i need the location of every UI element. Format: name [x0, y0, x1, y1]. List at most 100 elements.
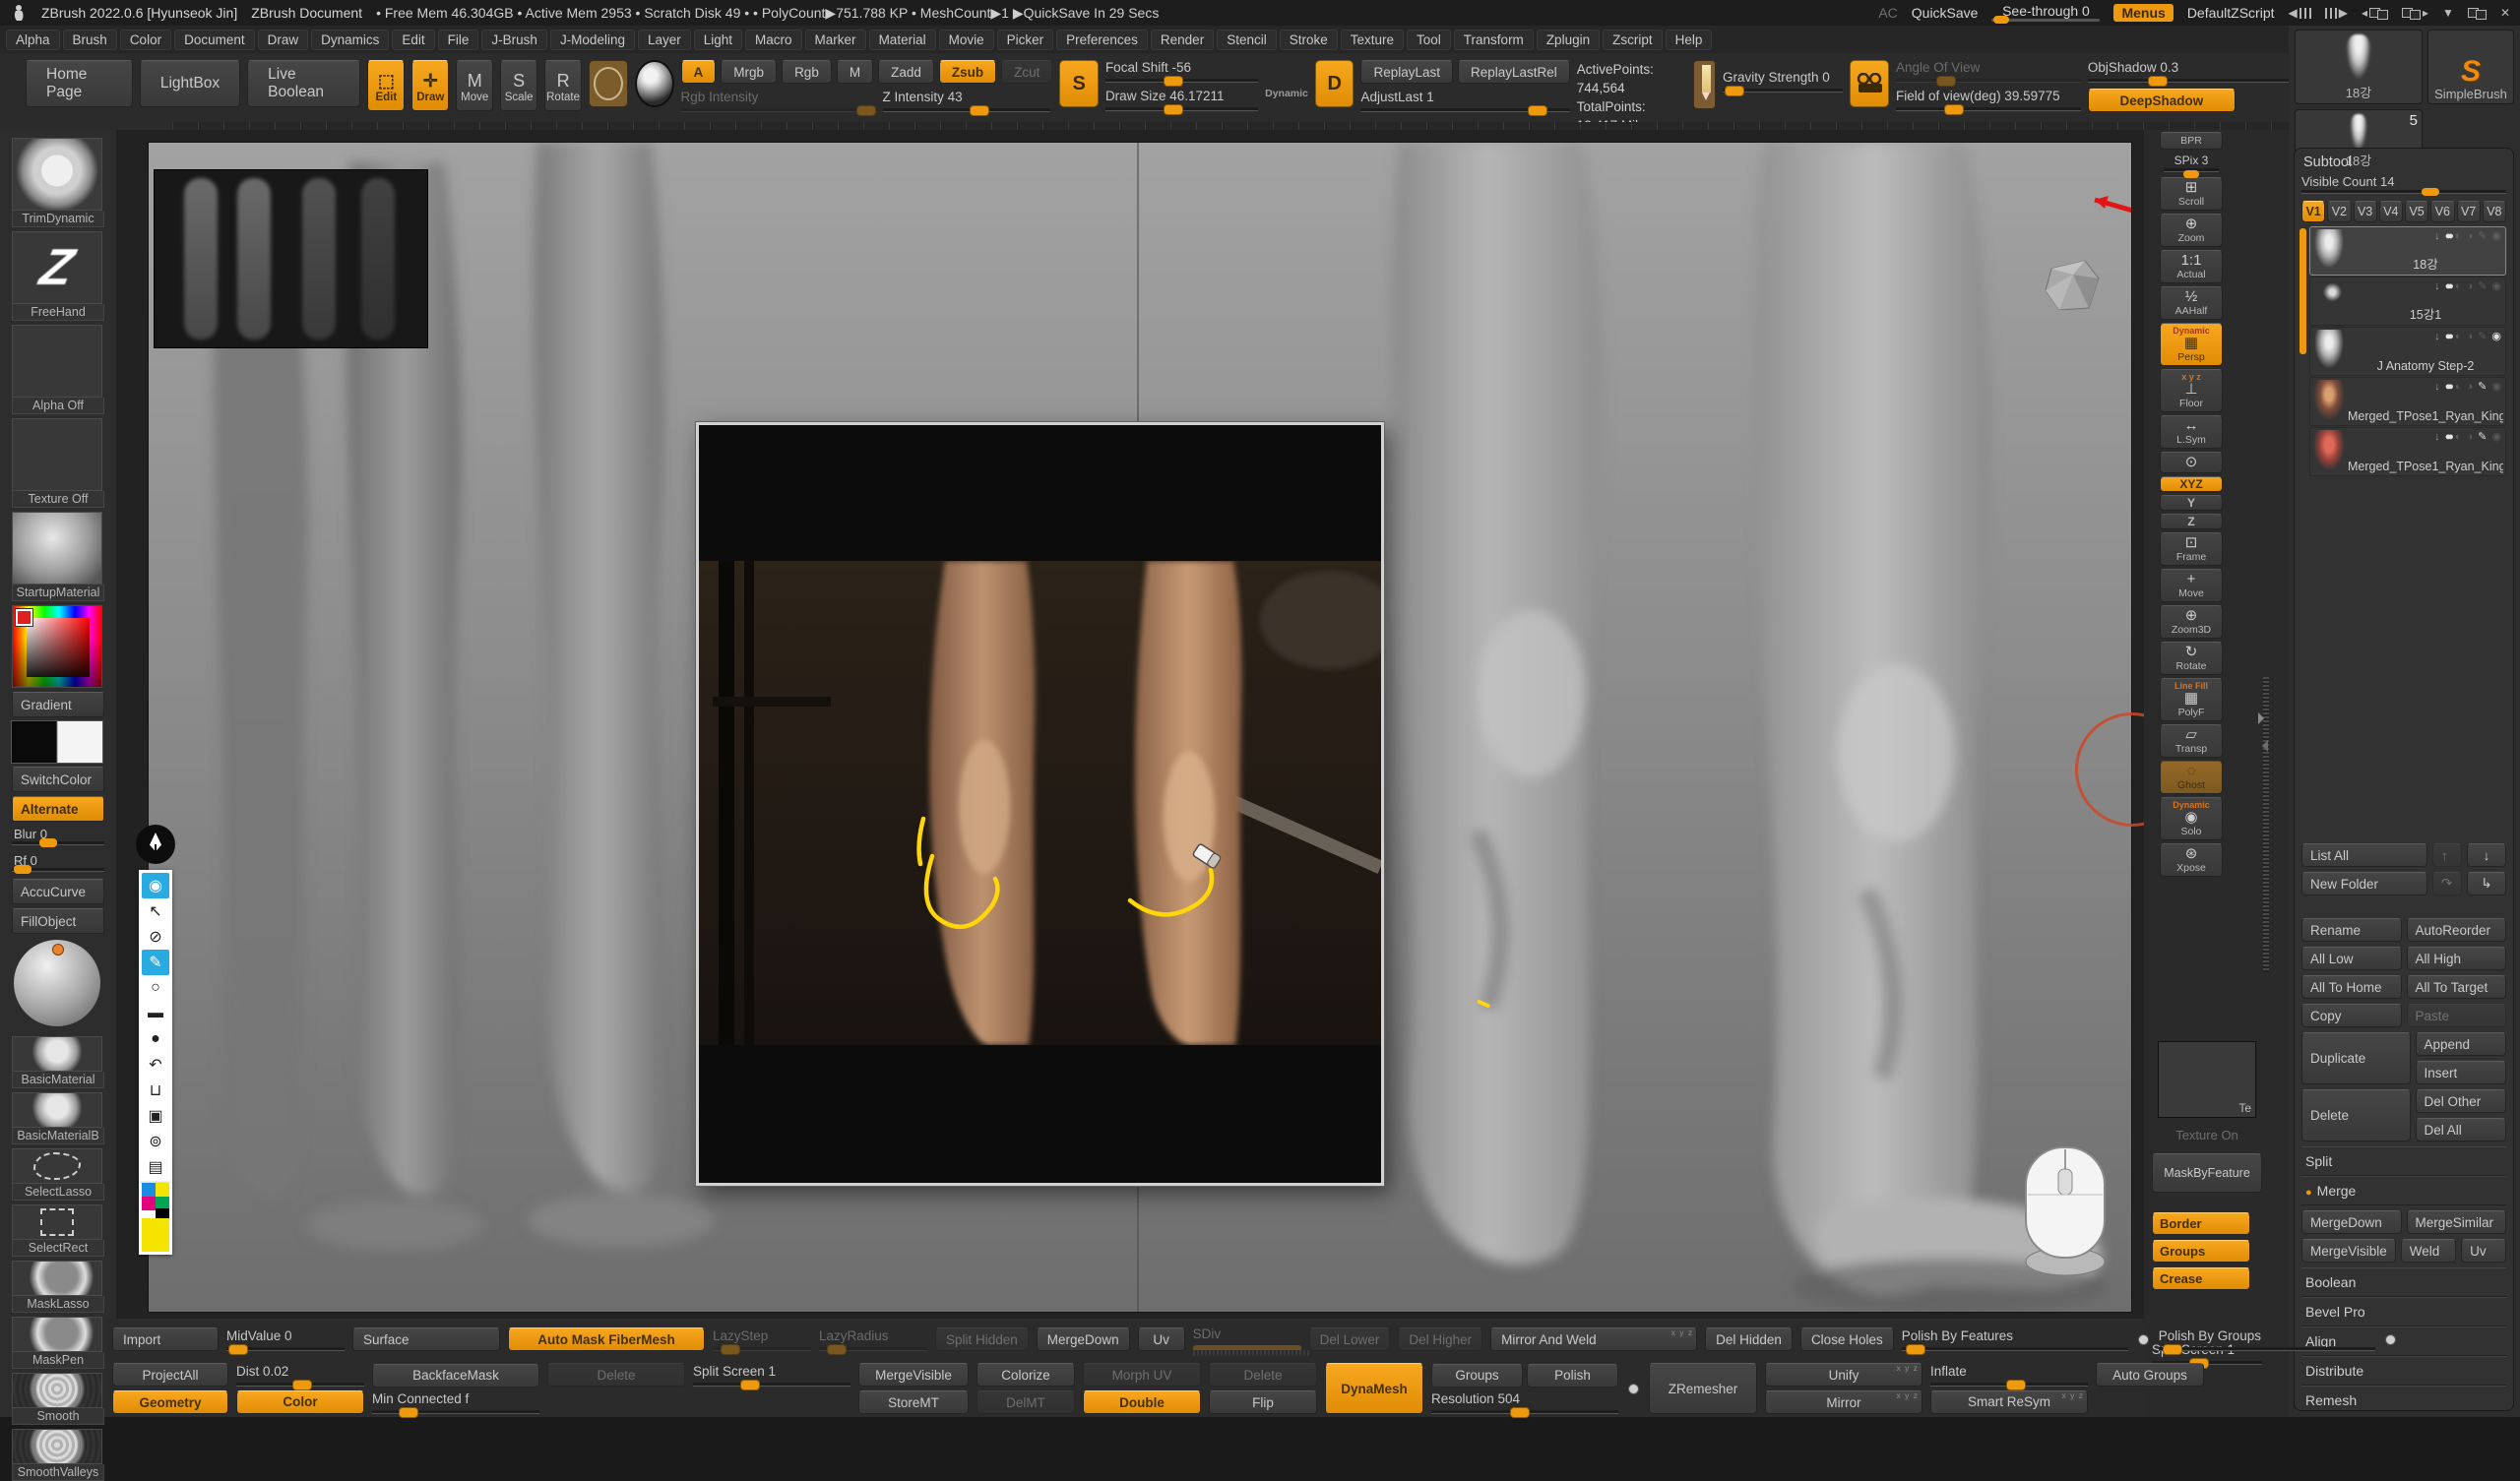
polish-by-groups-slider[interactable]: Polish By Groups: [2159, 1328, 2375, 1351]
polypaint-icon[interactable]: ●●: [2445, 280, 2450, 292]
menu-jbrush[interactable]: J-Brush: [481, 30, 547, 50]
zoom-button[interactable]: ⊕ Zoom: [2160, 214, 2223, 247]
brush-maskpen[interactable]: MaskPen: [12, 1317, 104, 1369]
mirror-button[interactable]: Mirrorx y z: [1765, 1390, 1922, 1414]
split-hidden-button[interactable]: Split Hidden: [935, 1327, 1029, 1351]
undo-icon[interactable]: ↶: [142, 1052, 169, 1078]
menu-help[interactable]: Help: [1666, 30, 1713, 50]
all-low-button[interactable]: All Low: [2301, 947, 2402, 970]
flip-button[interactable]: Flip: [1209, 1390, 1317, 1414]
delete-button-bar[interactable]: Delete: [547, 1363, 685, 1387]
menu-movie[interactable]: Movie: [939, 30, 994, 50]
subtool-item-18[interactable]: ↓ ●● ◐ ◑ ✎ ◉ 18강: [2309, 226, 2506, 276]
new-folder-button[interactable]: New Folder: [2301, 872, 2427, 895]
dynamesh-button[interactable]: DynaMesh: [1325, 1363, 1423, 1414]
screenshot-icon[interactable]: ⊚: [142, 1129, 169, 1154]
mirror-and-weld-button[interactable]: Mirror And Weldx y z: [1490, 1327, 1697, 1351]
xpose-button[interactable]: ⊛ Xpose: [2160, 843, 2223, 877]
del-higher-button[interactable]: Del Higher: [1398, 1327, 1482, 1351]
copy-button[interactable]: Copy: [2301, 1004, 2402, 1027]
min-connected-slider[interactable]: Min Connected f: [372, 1391, 539, 1414]
paint-icon[interactable]: ✎: [2478, 229, 2487, 242]
simplebrush-tool[interactable]: S SimpleBrush: [2427, 30, 2514, 104]
eye-icon[interactable]: ◉: [2491, 430, 2501, 443]
eye-icon[interactable]: ◉: [2491, 229, 2501, 242]
shade-icon[interactable]: ◐: [2455, 431, 2462, 443]
contrast-icon[interactable]: ◑: [2467, 280, 2474, 292]
brush-selectlasso[interactable]: SelectLasso: [12, 1148, 104, 1201]
tab-v3[interactable]: V3: [2354, 201, 2377, 222]
accucurve-button[interactable]: AccuCurve: [12, 879, 104, 904]
pen-tool-icon[interactable]: ✎: [142, 950, 169, 975]
brush-selectrect[interactable]: SelectRect: [12, 1204, 104, 1257]
active-color-sphere[interactable]: [12, 938, 104, 1032]
list-all-button[interactable]: List All: [2301, 843, 2427, 867]
contrast-icon[interactable]: ◑: [2467, 331, 2474, 342]
resolution-slider[interactable]: Resolution 504: [1431, 1391, 1618, 1414]
list-arrow-icon[interactable]: ↓: [2434, 280, 2440, 292]
zadd-button[interactable]: Zadd: [878, 60, 934, 84]
menu-preferences[interactable]: Preferences: [1056, 30, 1148, 50]
menu-brush[interactable]: Brush: [63, 30, 117, 50]
zsub-button[interactable]: Zsub: [939, 60, 996, 84]
section-boolean[interactable]: Boolean: [2301, 1267, 2506, 1297]
mergevisible-button[interactable]: MergeVisible: [2301, 1239, 2396, 1263]
rf-slider[interactable]: Rf 0: [12, 852, 104, 875]
draw-button[interactable]: ✛Draw: [411, 60, 449, 111]
auto-mask-fibermesh-button[interactable]: Auto Mask FiberMesh: [508, 1327, 705, 1351]
subtool-item-merged-2[interactable]: ↓ ●● ◐ ◑ ✎ ◉ Merged_TPose1_Ryan_Kingslie…: [2309, 427, 2506, 476]
m-button[interactable]: M: [837, 60, 873, 84]
smart-resym-button[interactable]: Smart ReSymx y z: [1930, 1390, 2088, 1414]
left-tray-toggle-icon[interactable]: ◀: [2289, 6, 2311, 20]
shade-icon[interactable]: ◐: [2455, 280, 2462, 292]
lightbox-preview-thumbnail[interactable]: [154, 169, 428, 348]
paint-icon[interactable]: ✎: [2478, 430, 2487, 443]
menu-document[interactable]: Document: [174, 30, 255, 50]
paint-icon[interactable]: ✎: [2478, 330, 2487, 342]
menu-color[interactable]: Color: [120, 30, 171, 50]
mergedown-button[interactable]: MergeDown: [2301, 1210, 2402, 1234]
mergevisible-button-bar[interactable]: MergeVisible: [858, 1363, 969, 1387]
rgb-button[interactable]: Rgb: [782, 60, 832, 84]
storemt-button[interactable]: StoreMT: [858, 1390, 969, 1414]
list-arrow-icon[interactable]: ↓: [2434, 431, 2440, 443]
close-button[interactable]: ✕: [2500, 6, 2510, 20]
replaylast-button[interactable]: ReplayLast: [1360, 60, 1453, 84]
paint-icon[interactable]: ✎: [2478, 380, 2487, 393]
tab-v5[interactable]: V5: [2405, 201, 2428, 222]
sdiv-slider[interactable]: SDiv: [1193, 1327, 1301, 1352]
right-tray-toggle-icon[interactable]: ▶: [2325, 6, 2348, 20]
menu-dynamics[interactable]: Dynamics: [311, 30, 389, 50]
see-through-slider[interactable]: See-through 0: [1991, 5, 2100, 22]
gravity-strength-slider[interactable]: Gravity Strength 0: [1723, 70, 1844, 93]
menu-file[interactable]: File: [438, 30, 479, 50]
subtool-item-15-1[interactable]: ↓ ●● ◐ ◑ ✎ ◉ 15강1: [2309, 277, 2506, 326]
menu-material[interactable]: Material: [869, 30, 936, 50]
menu-texture[interactable]: Texture: [1341, 30, 1404, 50]
del-other-button[interactable]: Del Other: [2416, 1089, 2507, 1113]
stroke-settings-icon[interactable]: S: [1059, 60, 1099, 107]
next-document-icon[interactable]: ▸: [2402, 6, 2428, 20]
projectall-button[interactable]: ProjectAll: [112, 1363, 228, 1387]
prev-document-icon[interactable]: ◂: [2362, 6, 2388, 20]
rotate-y-button[interactable]: Y: [2160, 495, 2223, 511]
material-basicb[interactable]: BasicMaterialB: [12, 1092, 104, 1144]
quicksave-button[interactable]: QuickSave: [1912, 5, 1979, 21]
ghost-button[interactable]: ◌ Ghost: [2160, 761, 2223, 794]
move-into-folder-icon[interactable]: ↳: [2467, 872, 2506, 895]
switchcolor-button[interactable]: SwitchColor: [12, 767, 104, 792]
timer-off-icon[interactable]: ⊘: [142, 924, 169, 950]
rename-button[interactable]: Rename: [2301, 918, 2402, 942]
eye-icon[interactable]: ◉: [2491, 279, 2501, 292]
texture-thumbnail[interactable]: Te: [2158, 1041, 2256, 1118]
gradient-button[interactable]: Gradient: [12, 692, 104, 717]
delete-button[interactable]: Delete: [2301, 1089, 2411, 1142]
material-startup[interactable]: StartupMaterial: [12, 512, 104, 601]
section-split[interactable]: Split: [2301, 1146, 2506, 1176]
scroll-button[interactable]: ⊞ Scroll: [2160, 177, 2223, 211]
replay-settings-icon[interactable]: D: [1315, 60, 1354, 107]
alpha-off[interactable]: Alpha Off: [12, 325, 104, 414]
rotate-xyz-button[interactable]: XYZ: [2160, 476, 2223, 492]
stroke-freehand[interactable]: FreeHand: [12, 231, 104, 321]
list-arrow-icon[interactable]: ↓: [2434, 381, 2440, 393]
